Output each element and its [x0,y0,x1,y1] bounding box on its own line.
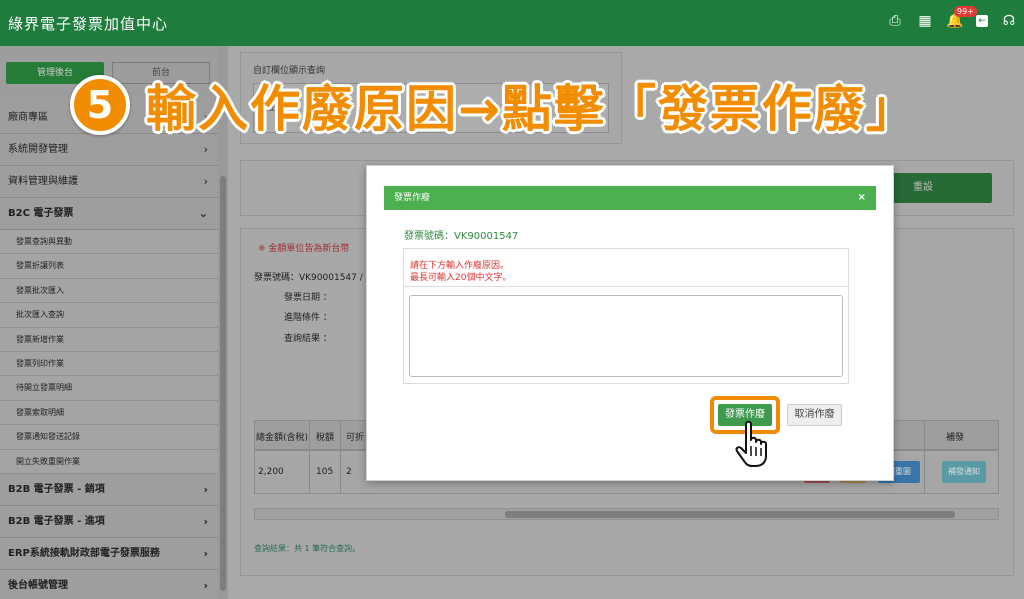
modal-header: 發票作廢 × [384,186,876,210]
sidebar-subitem[interactable]: 批次匯入查詢 [0,303,218,328]
close-icon[interactable]: × [858,186,866,210]
chevron-down-icon: ⌄ [198,207,208,220]
invoice-date-label: 發票日期 ： [284,293,332,303]
sidebar-item-erp[interactable]: ERP系統接軌財政部電子發票服務 › [0,537,218,570]
sidebar-subitem[interactable]: 發票索取明細 [0,400,218,426]
form-divider [403,286,849,287]
sidebar-item-b2b-out[interactable]: B2B 電子發票 - 銷項 › [0,473,218,506]
sidebar-item-b2b-in[interactable]: B2B 電子發票 - 進項 › [0,505,218,538]
chevron-right-icon: › [203,175,208,188]
chevron-right-icon: › [203,514,208,528]
chevron-right-icon: › [203,578,208,592]
chevron-right-icon: › [203,482,208,496]
step-number: 5 [70,75,130,135]
currency-note: ※ 金額單位皆為新台幣 [258,244,350,254]
headset-icon[interactable]: ☊ [1000,12,1018,30]
cell-tax: 105 [316,467,334,477]
bell-icon[interactable]: 🔔 99+ [946,6,977,30]
sidebar-item-accounts[interactable]: 後台帳號管理 › [0,569,218,599]
sidebar-subitem[interactable]: 發票折讓列表 [0,254,218,279]
header-resend: 補發 [946,433,965,443]
sidebar-subitem[interactable]: 開立失敗重開作業 [0,449,218,474]
cancel-void-button[interactable]: 取消作廢 [787,404,842,426]
sidebar-item-b2c[interactable]: B2C 電子發票 ⌄ [0,198,218,230]
invoice-icon[interactable]: ⎙ [886,12,904,30]
header-allow: 可折 [346,433,365,443]
sidebar-subitem[interactable]: 發票查詢與異動 [0,230,218,255]
chevron-right-icon: › [203,546,208,560]
qrcode-icon[interactable]: ▦ [916,12,934,30]
column-divider [309,420,310,494]
sidebar-subitem[interactable]: 待開立發票明細 [0,376,218,401]
sidebar-item-data[interactable]: 資料管理與維護 › [0,166,218,198]
top-bar-icons: ⎙ ▦ 🔔 99+ ← ☊ [886,6,1018,30]
modal-invoice-number: 發票號碼：VK90001547 [404,231,519,242]
pointer-hand-icon [735,420,767,467]
modal-title: 發票作廢 [394,193,431,203]
cell-total: 2,200 [258,467,284,477]
app-title: 綠界電子發票加值中心 [8,15,169,33]
header-total: 總金額(含稅) [256,433,309,443]
reason-limit-hint: 最長可輸入20個中文字。 [410,273,512,283]
sidebar-subitem[interactable]: 發票新增作業 [0,327,218,352]
caption-text: 輸入作廢原因→點擊「發票作廢」 [146,80,918,138]
void-reason-input[interactable] [409,295,843,377]
sidebar-subitem[interactable]: 發票批次匯入 [0,278,218,304]
back-arrow-icon[interactable]: ← [976,15,988,27]
scrollbar-thumb[interactable] [220,176,226,591]
header-tax: 稅額 [316,433,335,443]
column-divider [340,420,341,494]
sidebar-subitem[interactable]: 發票通知發送記錄 [0,425,218,450]
resend-notice-button[interactable]: 補發通知 [942,461,986,483]
top-bar: 綠界電子發票加值中心 ⎙ ▦ 🔔 99+ ← ☊ [0,0,1024,46]
result-summary: 查詢結果：共 1 筆符合查詢。 [254,544,361,553]
sidebar-subitem[interactable]: 發票列印作業 [0,351,218,377]
sidebar-menu: 廠商專區 › 系統開發管理 › 資料管理與維護 › B2C 電子發票 ⌄ 發票查詢與異動… [0,102,218,599]
column-divider [924,420,925,494]
cell-allow: 2 [346,467,352,477]
invoice-number-label: 發票號碼：VK90001547 / [254,273,363,283]
hscroll-thumb[interactable] [505,511,955,518]
query-result-label: 查詢結果 ： [284,334,332,344]
notification-badge: 99+ [954,6,977,17]
tutorial-caption: 5 輸入作廢原因→點擊「發票作廢」 [70,70,918,140]
advanced-label: 進階條件 ： [284,313,332,323]
table-hscroll[interactable] [254,508,999,520]
